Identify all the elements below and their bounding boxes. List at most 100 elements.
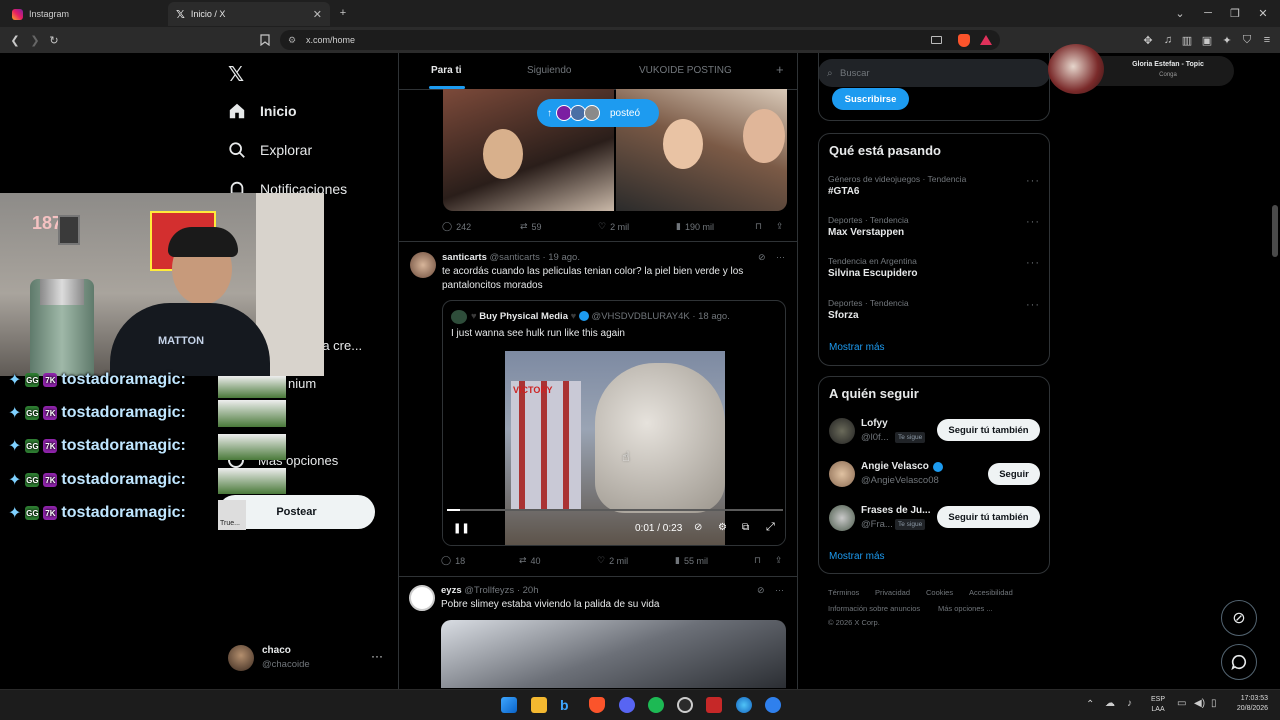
share-icon[interactable]: ⇪ xyxy=(776,221,784,232)
tab-instagram[interactable]: Instagram xyxy=(4,2,166,26)
follow-button[interactable]: Seguir xyxy=(988,463,1040,485)
leo-ai-icon[interactable]: ✦ xyxy=(1220,33,1234,47)
avatar[interactable] xyxy=(829,461,855,487)
follow-back-button[interactable]: Seguir tú también xyxy=(937,419,1040,441)
reply-button[interactable]: ◯ 242 xyxy=(442,221,471,232)
chevron-down-icon[interactable]: ⌄ xyxy=(1173,6,1187,20)
back-icon[interactable]: ❮ xyxy=(8,33,22,47)
trend-name[interactable]: Max Verstappen xyxy=(828,227,904,238)
close-icon[interactable]: ✕ xyxy=(313,8,322,21)
views-button[interactable]: ▮ 190 mil xyxy=(676,221,714,232)
add-tab-icon[interactable]: + xyxy=(776,62,784,77)
language-indicator[interactable]: ESP LAA xyxy=(1151,695,1165,715)
fullscreen-icon[interactable]: ⤢ xyxy=(766,521,775,534)
brave-shield-icon[interactable] xyxy=(958,33,970,47)
minimize-icon[interactable]: ─ xyxy=(1201,6,1215,20)
views-button[interactable]: ▮ 55 mil xyxy=(675,555,708,566)
brave-icon[interactable] xyxy=(589,697,605,713)
grok-icon[interactable]: ⊘ xyxy=(758,252,766,263)
more-dots-icon[interactable]: ··· xyxy=(1026,216,1040,228)
battery-icon[interactable]: ▯ xyxy=(1211,698,1217,709)
mute-icon[interactable]: ⊘ xyxy=(694,522,702,533)
subscribe-button[interactable]: Suscribirse xyxy=(832,88,909,110)
account-switcher[interactable]: chaco @chacoide ··· xyxy=(228,643,388,673)
messages-button[interactable] xyxy=(1221,644,1257,680)
avatar[interactable] xyxy=(829,505,855,531)
footer-accessibility[interactable]: Accesibilidad xyxy=(969,588,1013,597)
footer-privacy[interactable]: Privacidad xyxy=(875,588,910,597)
more-dots-icon[interactable]: ··· xyxy=(775,585,784,595)
scrollbar-thumb[interactable] xyxy=(1272,205,1278,257)
forward-icon[interactable]: ❯ xyxy=(28,33,42,47)
author-name[interactable]: santicarts xyxy=(442,252,487,263)
x-logo-icon[interactable]: 𝕏 xyxy=(228,62,244,87)
suggestion-name[interactable]: Lofyy xyxy=(861,418,888,429)
tab-for-you[interactable]: Para ti xyxy=(431,65,462,76)
pause-icon[interactable]: ❚❚ xyxy=(453,523,470,534)
suggestion-name[interactable]: Frases de Ju... xyxy=(861,505,930,516)
new-tab-icon[interactable]: + xyxy=(336,6,350,20)
reply-button[interactable]: ◯ 18 xyxy=(441,555,465,566)
sidebar-icon[interactable]: ▥ xyxy=(1180,33,1194,47)
window-close-icon[interactable]: ✕ xyxy=(1256,6,1270,20)
grok-icon[interactable]: ⊘ xyxy=(1221,600,1257,636)
repost-button[interactable]: ⇄ 59 xyxy=(520,221,542,232)
extensions-icon[interactable]: ✥ xyxy=(1141,33,1155,47)
nav-explore[interactable]: Explorar xyxy=(228,141,312,159)
more-dots-icon[interactable]: ··· xyxy=(1026,299,1040,311)
obs-icon[interactable] xyxy=(677,697,693,713)
author-handle[interactable]: @santicarts · 19 ago. xyxy=(490,252,580,263)
chevron-up-icon[interactable]: ⌃ xyxy=(1086,699,1094,710)
discord-icon[interactable] xyxy=(619,697,635,713)
footer-terms[interactable]: Términos xyxy=(828,588,859,597)
tweet-media[interactable] xyxy=(441,620,786,688)
footer-ads-info[interactable]: Información sobre anuncios xyxy=(828,604,920,613)
bookmark-icon[interactable]: ⊓ xyxy=(755,221,762,232)
more-dots-icon[interactable]: ··· xyxy=(1026,257,1040,269)
settings-gear-icon[interactable]: ⚙ xyxy=(718,522,727,533)
avatar[interactable] xyxy=(829,418,855,444)
bookmark-icon[interactable]: ⊓ xyxy=(754,555,761,566)
share-icon[interactable]: ⇪ xyxy=(775,555,783,566)
author-handle[interactable]: @Trollfeyzs · 20h xyxy=(464,585,538,596)
cloud-icon[interactable]: ☁ xyxy=(1105,698,1115,709)
grok-icon[interactable]: ⊘ xyxy=(757,585,765,596)
site-info-icon[interactable]: ⚙ xyxy=(288,35,296,46)
show-more-trends[interactable]: Mostrar más xyxy=(829,342,885,353)
like-button[interactable]: ♡ 2 mil xyxy=(597,555,628,566)
avatar[interactable] xyxy=(409,585,435,611)
trend-name[interactable]: Silvina Escupidero xyxy=(828,268,917,279)
app-icon[interactable] xyxy=(706,697,722,713)
volume-icon[interactable]: ◀) xyxy=(1194,698,1205,709)
new-posts-pill[interactable]: ↑ posteó xyxy=(537,99,659,127)
clock[interactable]: 17:03:53 20/8/2026 xyxy=(1226,694,1268,714)
quoted-tweet[interactable]: ♥ Buy Physical Media ♥ @VHSDVDBLURAY4K ·… xyxy=(442,300,786,546)
bing-icon[interactable]: b xyxy=(560,697,576,713)
tab-following[interactable]: Siguiendo xyxy=(527,65,571,76)
network-icon[interactable]: ▭ xyxy=(1177,698,1186,709)
suggestion-name-row[interactable]: Angie Velasco xyxy=(861,461,943,472)
spotify-icon[interactable] xyxy=(648,697,664,713)
tab-list[interactable]: VUKOIDE POSTING xyxy=(639,65,732,76)
bookmark-icon[interactable] xyxy=(258,33,272,47)
reload-icon[interactable]: ↻ xyxy=(47,33,61,47)
author-name[interactable]: eyzs xyxy=(441,585,462,596)
video-progress-track[interactable] xyxy=(447,509,783,511)
nav-communities-label[interactable]: ra cre... xyxy=(318,338,362,353)
maximize-icon[interactable]: ❐ xyxy=(1228,6,1242,20)
rewards-icon[interactable] xyxy=(980,35,992,45)
nav-premium-label[interactable]: nium xyxy=(288,376,316,391)
more-dots-icon[interactable]: ··· xyxy=(371,649,383,663)
tab-x-home[interactable]: 𝕏 Inicio / X ✕ xyxy=(168,2,330,26)
file-explorer-icon[interactable] xyxy=(531,697,547,713)
footer-more[interactable]: Más opciones ... xyxy=(938,604,993,613)
avatar[interactable] xyxy=(410,252,436,278)
app-icon-blue[interactable] xyxy=(765,697,781,713)
more-dots-icon[interactable]: ··· xyxy=(776,252,785,262)
repost-button[interactable]: ⇄ 40 xyxy=(519,555,541,566)
trend-name[interactable]: #GTA6 xyxy=(828,186,860,197)
nav-home[interactable]: Inicio xyxy=(228,102,297,120)
trend-name[interactable]: Sforza xyxy=(828,310,859,321)
video-player[interactable]: VICTORY ❚❚ 0:01 / 0:23 ⊘ ⚙ ⧉ ⤢ xyxy=(443,351,785,545)
more-dots-icon[interactable]: ··· xyxy=(1026,175,1040,187)
